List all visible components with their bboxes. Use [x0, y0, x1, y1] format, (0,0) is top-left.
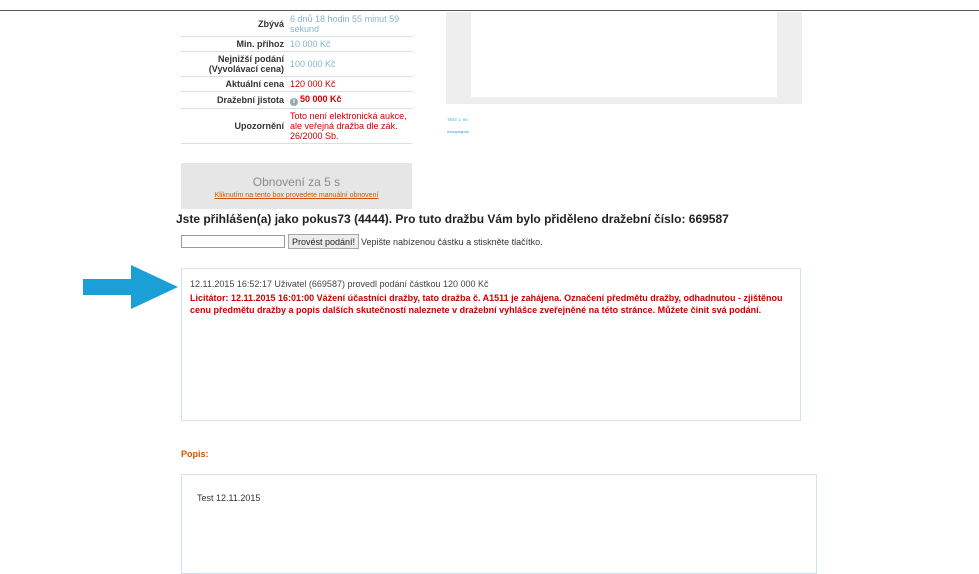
info-row-current-price: Aktuální cena 120 000 Kč	[181, 76, 412, 92]
min-bid-label: Min. příhoz	[181, 36, 287, 52]
description-text: Test 12.11.2015	[197, 493, 261, 503]
current-price-label: Aktuální cena	[181, 76, 287, 92]
arrow-right-icon	[83, 265, 178, 309]
bid-amount-input[interactable]	[181, 235, 285, 248]
notice-label: Upozornění	[181, 108, 287, 144]
refresh-countdown: Obnovení za 5 s	[252, 175, 341, 189]
info-row-starting-price: Nejnižší podání (Vyvolávací cena) 100 00…	[181, 51, 412, 77]
deposit-cell: i 50 000 Kč	[287, 91, 412, 109]
login-status-message: Jste přihlášen(a) jako pokus73 (4444). P…	[176, 212, 729, 226]
image-caption-link[interactable]: TEST 1. V0	[447, 117, 468, 122]
info-row-notice: Upozornění Toto není elektronická aukce,…	[181, 108, 412, 144]
info-icon[interactable]: i	[290, 98, 298, 106]
log-entry-auctioneer: Licitátor: 12.11.2015 16:01:00 Vážení úč…	[190, 293, 783, 315]
remaining-value: 6 dnů 18 hodin 55 minut 59 sekund	[287, 12, 412, 37]
starting-price-label: Nejnižší podání (Vyvolávací cena)	[181, 51, 287, 77]
image-caption-link-2[interactable]: nesupnapriv	[447, 129, 469, 134]
description-heading: Popis:	[181, 449, 209, 459]
description-box: Test 12.11.2015	[181, 474, 817, 574]
auction-image[interactable]	[471, 12, 777, 97]
refresh-box[interactable]: Obnovení za 5 s Kliknutím na tento box p…	[181, 163, 412, 209]
top-divider	[0, 10, 979, 11]
remaining-label: Zbývá	[181, 12, 287, 37]
min-bid-value: 10 000 Kč	[287, 36, 412, 52]
manual-refresh-link[interactable]: Kliknutím na tento box provedete manuáln…	[181, 192, 412, 199]
starting-price-value: 100 000 Kč	[287, 51, 412, 77]
deposit-label: Dražební jistota	[181, 91, 287, 109]
submit-bid-button[interactable]: Provést podání!	[288, 234, 360, 249]
info-row-remaining: Zbývá 6 dnů 18 hodin 55 minut 59 sekund	[181, 12, 412, 37]
current-price-value: 120 000 Kč	[287, 76, 412, 92]
info-row-min-bid: Min. příhoz 10 000 Kč	[181, 36, 412, 52]
info-row-deposit: Dražební jistota i 50 000 Kč	[181, 91, 412, 109]
deposit-value: 50 000 Kč	[300, 94, 342, 104]
notice-value: Toto není elektronická aukce, ale veřejn…	[287, 108, 412, 144]
auction-info-table: Zbývá 6 dnů 18 hodin 55 minut 59 sekund …	[181, 12, 412, 144]
log-entry: 12.11.2015 16:52:17 Uživatel (669587) pr…	[190, 279, 489, 289]
bid-hint-text: Vepište nabízenou částku a stiskněte tla…	[361, 237, 543, 247]
auction-log-box: 12.11.2015 16:52:17 Uživatel (669587) pr…	[181, 268, 801, 421]
